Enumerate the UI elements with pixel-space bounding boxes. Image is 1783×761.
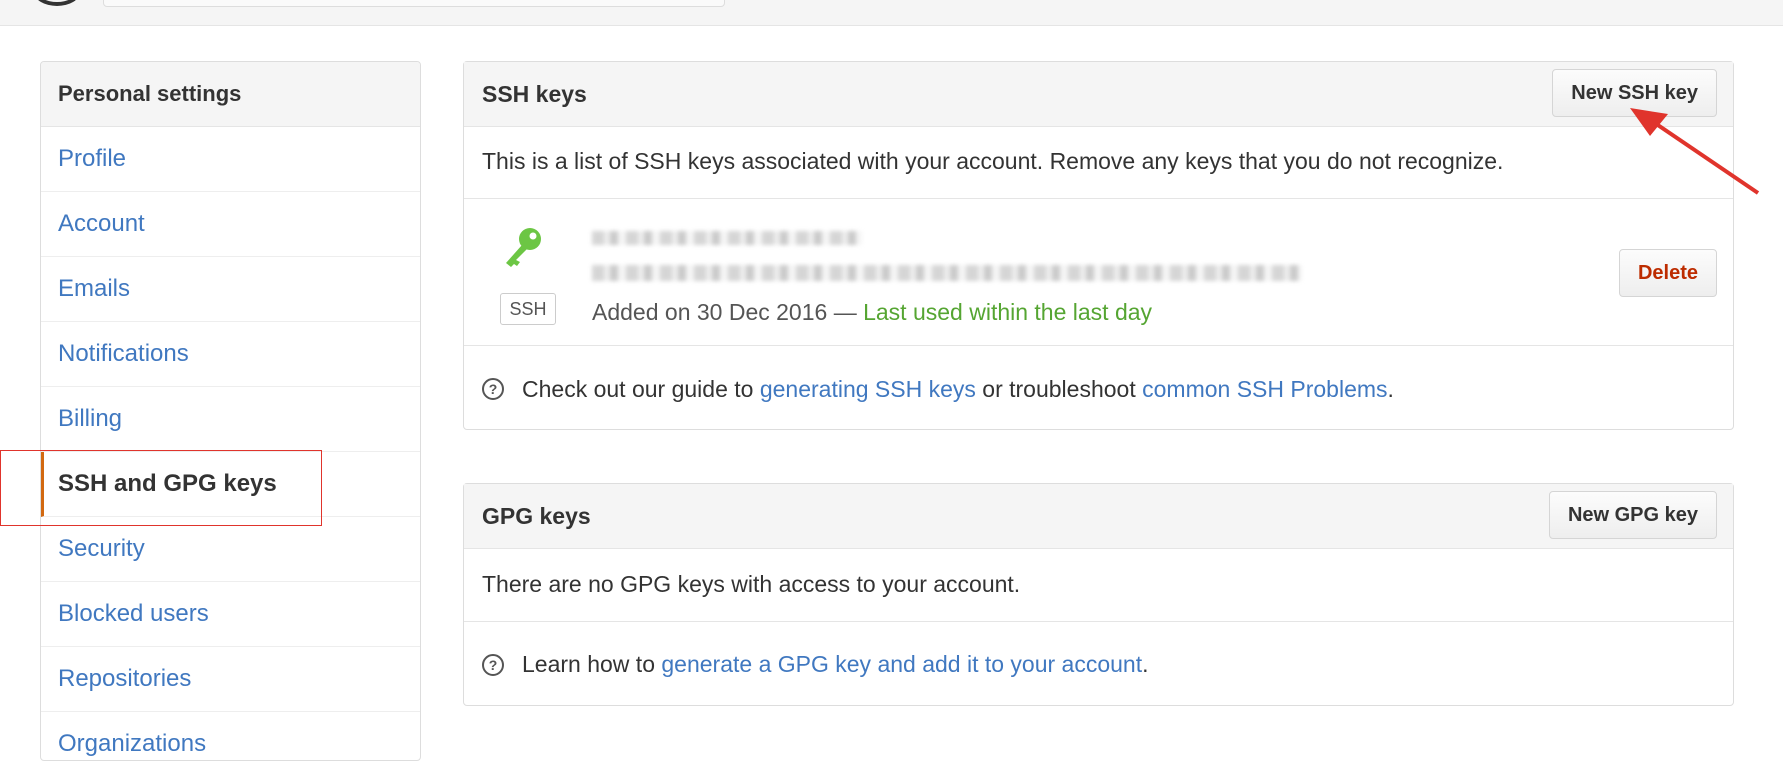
sidebar-item-security[interactable]: Security [41,517,420,582]
gpg-keys-panel: GPG keys New GPG key There are no GPG ke… [463,483,1734,706]
ssh-help-middle: or troubleshoot [975,376,1143,402]
common-ssh-problems-link[interactable]: common SSH Problems [1142,376,1387,402]
gpg-panel-title: GPG keys [482,503,591,529]
ssh-panel-header: SSH keys New SSH key [464,62,1733,127]
sidebar-item-notifications[interactable]: Notifications [41,322,420,387]
gpg-help-suffix: . [1142,651,1149,677]
sidebar-item-organizations[interactable]: Organizations [41,712,420,760]
ssh-help-prefix: Check out our guide to [522,376,760,402]
sidebar-item-billing[interactable]: Billing [41,387,420,452]
gpg-help-prefix: Learn how to [522,651,662,677]
sidebar-item-repositories[interactable]: Repositories [41,647,420,712]
key-added-date: Added on 30 Dec 2016 — [592,299,864,325]
redacted-key-fingerprint [592,265,1302,281]
new-gpg-key-button[interactable]: New GPG key [1548,491,1717,539]
settings-sidebar: Personal settings Profile Account Emails… [40,61,421,761]
ssh-help-row: ? Check out our guide to generating SSH … [464,346,1733,432]
question-circle-icon: ? [482,378,504,400]
ssh-keys-panel: SSH keys New SSH key This is a list of S… [463,61,1734,430]
sidebar-item-account[interactable]: Account [41,192,420,257]
sidebar-item-blocked-users[interactable]: Blocked users [41,582,420,647]
sidebar-heading: Personal settings [41,62,420,127]
generate-gpg-key-link[interactable]: generate a GPG key and add it to your ac… [661,651,1142,677]
key-icon [506,228,541,267]
ssh-help-suffix: . [1387,376,1394,402]
generating-ssh-keys-link[interactable]: generating SSH keys [760,376,976,402]
ssh-badge: SSH [500,293,556,325]
annotation-arrow-icon [1630,108,1760,195]
gpg-help-text: Learn how to generate a GPG key and add … [522,651,1149,678]
key-added-info: Added on 30 Dec 2016 — Last used within … [592,299,1152,326]
github-logo-icon[interactable] [34,0,80,6]
search-input[interactable] [103,0,725,7]
ssh-description-row: This is a list of SSH keys associated wi… [464,127,1733,199]
sidebar-item-profile[interactable]: Profile [41,127,420,192]
sidebar-item-ssh-gpg-keys[interactable]: SSH and GPG keys [41,452,420,517]
gpg-panel-header: GPG keys New GPG key [464,484,1733,549]
question-circle-icon: ? [482,654,504,676]
gpg-empty-row: There are no GPG keys with access to you… [464,549,1733,622]
key-last-used: Last used within the last day [863,299,1153,325]
ssh-panel-title: SSH keys [482,81,587,107]
gpg-empty-text: There are no GPG keys with access to you… [482,571,1021,597]
gpg-help-row: ? Learn how to generate a GPG key and ad… [464,622,1733,706]
ssh-help-text: Check out our guide to generating SSH ke… [522,376,1394,403]
ssh-key-row: SSH Added on 30 Dec 2016 — Last used wit… [464,199,1733,346]
sidebar-item-emails[interactable]: Emails [41,257,420,322]
ssh-description: This is a list of SSH keys associated wi… [482,148,1504,174]
redacted-key-title [592,231,862,245]
top-header [0,0,1783,26]
delete-key-button[interactable]: Delete [1618,249,1717,297]
